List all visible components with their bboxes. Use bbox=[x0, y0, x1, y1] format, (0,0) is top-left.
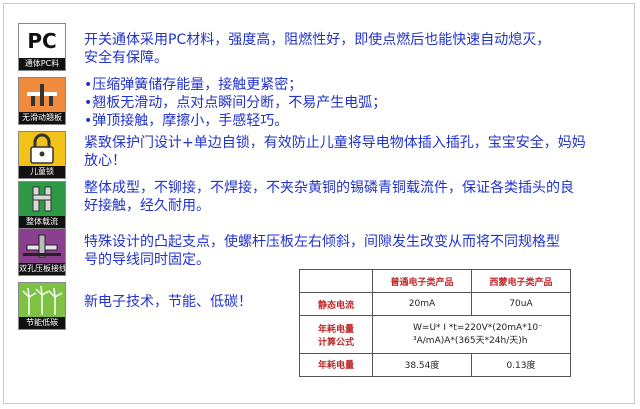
icon-caption: 儿童锁 bbox=[19, 166, 65, 178]
feature-line: •弹顶接触，摩擦小，手感轻巧。 bbox=[84, 113, 289, 129]
row-label-line: 计算公式 bbox=[317, 337, 354, 348]
icon-caption: 整体载流 bbox=[19, 216, 65, 228]
integral-carrier-icon: 整体载流 bbox=[18, 181, 66, 229]
icon-caption: 双孔压板接线 bbox=[19, 263, 65, 275]
row-label: 年耗电量 计算公式 bbox=[299, 315, 373, 354]
child-lock-icon: 儿童锁 bbox=[18, 131, 66, 179]
feature-line: 紧致保护门设计+单边自锁，有效防止儿童将导电物体插入插孔，宝宝安全，妈妈 bbox=[84, 135, 586, 151]
formula-cell: W=U* I *t=220V*(20mA*10⁻ ³A/mA)A*(365天*2… bbox=[372, 315, 571, 354]
icon-caption: 节能低碳 bbox=[19, 317, 65, 329]
feature-text-no-slip: •压缩弹簧储存能量，接触更紧密； •翘板无滑动，点对点瞬间分断，不易产生电弧； … bbox=[84, 76, 624, 130]
formula-line: W=U* I *t=220V*(20mA*10⁻ bbox=[413, 323, 543, 334]
conductor-icon bbox=[32, 186, 52, 212]
table-row: 年耗电量 38.54度 0.13度 bbox=[299, 352, 571, 378]
no-slip-icon: 无滑动翘板 bbox=[18, 77, 66, 125]
feature-line: 开关通体采用PC材料，强度高，阻燃性好，即使点燃后也能快速自动熄灭， bbox=[84, 32, 551, 48]
feature-line: •翘板无滑动，点对点瞬间分断，不易产生电弧； bbox=[84, 95, 387, 111]
table-corner-cell bbox=[299, 268, 373, 294]
row-label-line: 年耗电量 bbox=[317, 324, 354, 335]
power-consumption-table: 普通电子类产品 西蒙电子类产品 静态电流 20mA 70uA 年耗电量 计算公式… bbox=[299, 268, 571, 378]
row-label: 年耗电量 bbox=[299, 352, 373, 378]
feature-line: •压缩弹簧储存能量，接触更紧密； bbox=[84, 77, 303, 93]
table-row: 年耗电量 计算公式 W=U* I *t=220V*(20mA*10⁻ ³A/mA… bbox=[299, 315, 571, 354]
clamp-icon bbox=[23, 234, 61, 258]
feature-line: 号的导线同时固定。 bbox=[84, 252, 210, 268]
pc-logo-icon: PC bbox=[27, 29, 57, 53]
feature-line: 整体成型，不铆接，不焊接，不夹杂黄铜的锡磷青铜载流件，保证各类插头的良 bbox=[84, 180, 574, 196]
feature-text-clamp: 特殊设计的凸起支点，使螺杆压板左右倾斜，间隙发生改变从而将不同规格型 号的导线同… bbox=[84, 233, 624, 269]
table-cell: 0.13度 bbox=[471, 352, 571, 378]
icon-caption: 通体PC料 bbox=[19, 58, 65, 70]
feature-line: 特殊设计的凸起支点，使螺杆压板左右倾斜，间隙发生改变从而将不同规格型 bbox=[84, 234, 560, 250]
pc-material-icon: PC 通体PC料 bbox=[18, 23, 66, 71]
double-hole-clamp-icon: 双孔压板接线 bbox=[18, 228, 66, 276]
switch-spring-icon bbox=[27, 84, 57, 106]
energy-saving-icon: 节能低碳 bbox=[18, 282, 66, 330]
row-label: 静态电流 bbox=[299, 292, 373, 317]
table-cell: 38.54度 bbox=[372, 352, 472, 378]
table-cell: 20mA bbox=[372, 292, 472, 317]
table-cell: 70uA bbox=[471, 292, 571, 317]
feature-line: 安全有保障。 bbox=[84, 50, 168, 66]
table-header-row: 普通电子类产品 西蒙电子类产品 bbox=[299, 268, 571, 294]
column-header: 西蒙电子类产品 bbox=[471, 268, 571, 294]
feature-text-child-lock: 紧致保护门设计+单边自锁，有效防止儿童将导电物体插入插孔，宝宝安全，妈妈 放心！ bbox=[84, 134, 624, 170]
icon-caption: 无滑动翘板 bbox=[19, 112, 65, 124]
feature-line: 放心！ bbox=[84, 153, 126, 169]
formula-line: ³A/mA)A*(365天*24h/天)h bbox=[413, 336, 528, 347]
feature-text-pc: 开关通体采用PC材料，强度高，阻燃性好，即使点燃后也能快速自动熄灭， 安全有保障… bbox=[84, 31, 624, 67]
feature-text-carrier: 整体成型，不铆接，不焊接，不夹杂黄铜的锡磷青铜载流件，保证各类插头的良 好接触，… bbox=[84, 179, 624, 215]
column-header: 普通电子类产品 bbox=[372, 268, 472, 294]
feature-line: 好接触，经久耐用。 bbox=[84, 198, 210, 214]
padlock-icon bbox=[30, 133, 54, 164]
wind-turbine-icon bbox=[22, 285, 63, 315]
table-row: 静态电流 20mA 70uA bbox=[299, 292, 571, 317]
